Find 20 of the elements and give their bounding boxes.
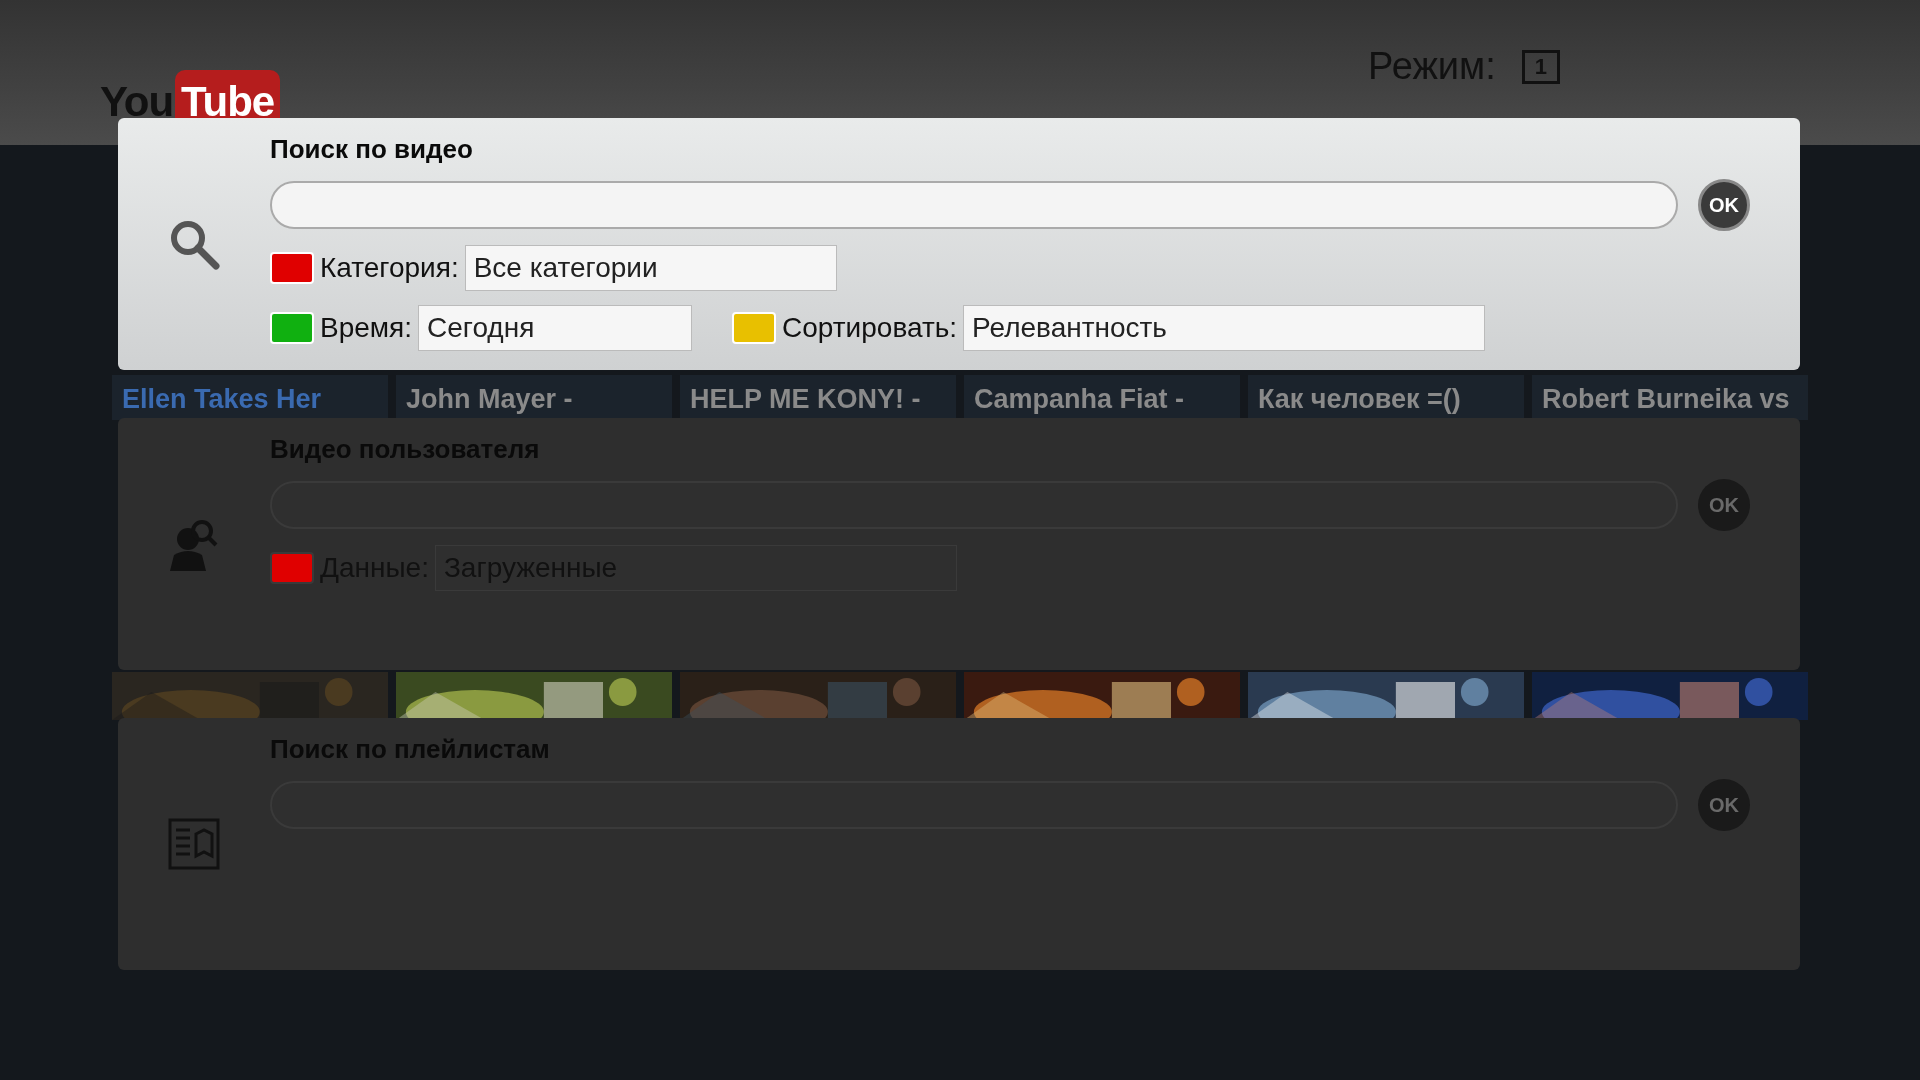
ok-button[interactable]: OK xyxy=(1698,479,1750,531)
video-title[interactable]: Campanha Fiat - xyxy=(964,375,1240,420)
search-field[interactable] xyxy=(270,181,1678,229)
filter-label: Время: xyxy=(320,311,412,345)
panel-title: Поиск по видео xyxy=(270,133,474,166)
filter-select[interactable]: Релевантность xyxy=(963,305,1486,351)
video-title[interactable]: Robert Burneika vs xyxy=(1532,375,1808,420)
video-title[interactable]: Как человек =() xyxy=(1248,375,1524,420)
user-search-icon xyxy=(168,517,220,571)
ok-button[interactable]: OK xyxy=(1698,779,1750,831)
list-icon xyxy=(168,818,220,870)
filter-label: Сортировать: xyxy=(782,311,958,345)
video-title[interactable]: John Mayer - xyxy=(396,375,672,420)
search-icon xyxy=(168,218,220,270)
ok-button[interactable]: OK xyxy=(1698,179,1750,231)
filter-select[interactable]: Все категории xyxy=(464,245,837,291)
filter-select[interactable]: Сегодня xyxy=(418,305,692,351)
filter-label: Категория: xyxy=(320,251,459,285)
video-title[interactable]: HELP ME KONY! - xyxy=(680,375,956,420)
video-title[interactable]: Ellen Takes Her xyxy=(112,375,388,420)
